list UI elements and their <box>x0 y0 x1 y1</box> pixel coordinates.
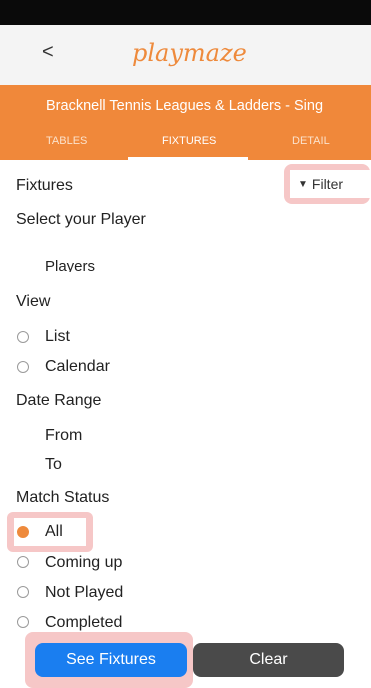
match-status-title: Match Status <box>16 489 110 506</box>
see-fixtures-button[interactable]: See Fixtures <box>35 643 187 677</box>
date-to-field[interactable]: To <box>45 456 62 474</box>
date-range-title: Date Range <box>16 392 102 409</box>
status-all-radio[interactable] <box>17 526 29 538</box>
tab-detail[interactable]: DETAIL <box>292 135 330 147</box>
date-from-field[interactable]: From <box>45 427 82 445</box>
clear-button[interactable]: Clear <box>193 643 344 677</box>
view-list-radio[interactable] <box>17 331 29 343</box>
filter-highlight: ▼ Filter <box>284 164 370 204</box>
status-completed-radio[interactable] <box>17 616 29 628</box>
players-placeholder: Players <box>45 258 96 272</box>
logo-text: playmaze <box>132 39 247 67</box>
fixtures-title: Fixtures <box>16 177 73 194</box>
tab-fixtures[interactable]: FIXTURES <box>162 135 216 147</box>
status-all-label[interactable]: All <box>45 523 63 541</box>
view-title: View <box>16 293 51 310</box>
playmaze-logo: playmaze <box>132 39 247 67</box>
tab-tables[interactable]: TABLES <box>46 135 87 147</box>
status-bar <box>0 0 371 25</box>
back-button[interactable]: < <box>42 41 54 64</box>
triangle-down-icon: ▼ <box>298 178 308 190</box>
league-title: Bracknell Tennis Leagues & Ladders - Sin… <box>46 98 324 114</box>
filter-label: Filter <box>311 176 344 192</box>
filter-button[interactable]: ▼ Filter <box>290 170 370 198</box>
select-player-label: Select your Player <box>16 211 146 228</box>
status-completed-label[interactable]: Completed <box>45 614 122 632</box>
status-not-played-label[interactable]: Not Played <box>45 584 123 602</box>
status-coming-up-radio[interactable] <box>17 556 29 568</box>
app-header: < playmaze <box>0 25 371 85</box>
players-select[interactable]: Players <box>40 256 130 272</box>
league-bar: Bracknell Tennis Leagues & Ladders - Sin… <box>0 85 371 160</box>
active-tab-indicator <box>128 157 248 160</box>
view-calendar-label[interactable]: Calendar <box>45 358 110 376</box>
status-not-played-radio[interactable] <box>17 586 29 598</box>
view-calendar-radio[interactable] <box>17 361 29 373</box>
view-list-label[interactable]: List <box>45 328 70 346</box>
status-coming-up-label[interactable]: Coming up <box>45 554 122 572</box>
